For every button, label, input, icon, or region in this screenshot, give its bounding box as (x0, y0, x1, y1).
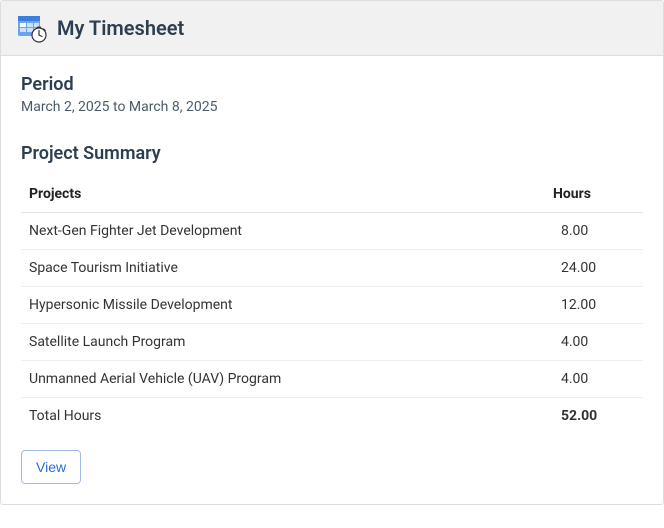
project-summary-table: Projects Hours Next-Gen Fighter Jet Deve… (21, 176, 643, 434)
col-header-projects: Projects (21, 176, 553, 213)
project-hours: 12.00 (553, 287, 643, 324)
table-row: Unmanned Aerial Vehicle (UAV) Program4.0… (21, 361, 643, 398)
period-range: March 2, 2025 to March 8, 2025 (21, 99, 643, 115)
period-heading: Period (21, 74, 643, 95)
project-name: Satellite Launch Program (21, 324, 553, 361)
project-hours: 4.00 (553, 361, 643, 398)
page-title: My Timesheet (57, 16, 184, 40)
summary-body: Next-Gen Fighter Jet Development8.00Spac… (21, 213, 643, 435)
table-row: Space Tourism Initiative24.00 (21, 250, 643, 287)
total-label: Total Hours (21, 398, 553, 435)
total-hours: 52.00 (553, 398, 643, 435)
project-name: Hypersonic Missile Development (21, 287, 553, 324)
card-header: My Timesheet (1, 1, 663, 56)
project-name: Unmanned Aerial Vehicle (UAV) Program (21, 361, 553, 398)
col-header-hours: Hours (553, 176, 643, 213)
project-hours: 8.00 (553, 213, 643, 250)
table-row: Satellite Launch Program4.00 (21, 324, 643, 361)
timesheet-icon (17, 13, 47, 43)
view-button[interactable]: View (21, 450, 81, 484)
table-row: Hypersonic Missile Development12.00 (21, 287, 643, 324)
total-row: Total Hours52.00 (21, 398, 643, 435)
project-name: Space Tourism Initiative (21, 250, 553, 287)
table-row: Next-Gen Fighter Jet Development8.00 (21, 213, 643, 250)
summary-heading: Project Summary (21, 143, 643, 164)
project-hours: 24.00 (553, 250, 643, 287)
timesheet-card: My Timesheet Period March 2, 2025 to Mar… (0, 0, 664, 505)
card-body: Period March 2, 2025 to March 8, 2025 Pr… (1, 56, 663, 504)
project-hours: 4.00 (553, 324, 643, 361)
project-name: Next-Gen Fighter Jet Development (21, 213, 553, 250)
